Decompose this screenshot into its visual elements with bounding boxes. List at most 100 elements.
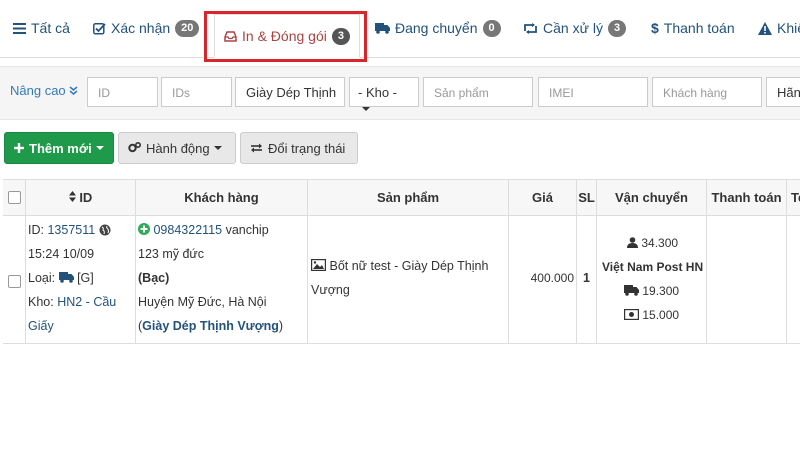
warehouse-link-cont[interactable]: Giấy: [28, 319, 54, 333]
truck-icon: [58, 271, 77, 285]
tab-label: Thanh toán: [663, 20, 735, 36]
tab-payment[interactable]: $ Thanh toán: [651, 0, 735, 56]
orders-table: ID Khách hàng Sản phẩm Giá SL Vận chuyển…: [3, 179, 800, 344]
tab-label: Cần xử lý: [543, 20, 603, 36]
type-label: Loại:: [28, 271, 56, 285]
col-id-header[interactable]: ID: [25, 180, 135, 215]
add-new-button[interactable]: Thêm mới: [4, 132, 114, 164]
price-cell: 400.000: [508, 216, 576, 343]
truck-icon: [624, 284, 642, 298]
customer-tier: (Bạc): [138, 271, 170, 285]
tab-label: Tất cả: [31, 20, 70, 36]
shop-link[interactable]: Giày Dép Thịnh Vượng: [142, 319, 279, 333]
tab-label: Đang chuyển: [395, 20, 478, 36]
tab-needs-action[interactable]: Cần xử lý 3: [523, 0, 627, 56]
product-cell: Bốt nữ test - Giày Dép Thịnh Vượng: [307, 216, 508, 343]
ids-input[interactable]: IDs: [161, 77, 232, 107]
check-square-icon: [93, 22, 106, 35]
caret-down-icon: [213, 146, 222, 150]
table-row: ID: 1357511 15:24 10/09 Loại: [G] Kho: H…: [3, 216, 800, 343]
imei-input[interactable]: IMEI: [538, 77, 648, 107]
actions-button[interactable]: Hành động: [118, 132, 236, 164]
shipping-cod: 34.300: [641, 236, 679, 250]
qty-cell: 1: [576, 216, 596, 343]
id-label: ID:: [28, 223, 44, 237]
customer-name: vanchip: [225, 223, 269, 237]
customer-input[interactable]: Khách hàng: [652, 77, 762, 107]
shop-input[interactable]: Giày Dép Thịnh: [235, 77, 345, 107]
filter-bar: Nâng cao ID IDs Giày Dép Thịnh - Kho - S…: [0, 66, 800, 120]
order-time: 15:24 10/09: [28, 247, 95, 261]
table-header: ID Khách hàng Sản phẩm Giá SL Vận chuyển…: [3, 180, 800, 216]
carrier-select[interactable]: Hãn: [766, 77, 800, 107]
warehouse-label: Kho:: [28, 295, 54, 309]
col-id-label: ID: [79, 190, 93, 205]
type-value: [G]: [77, 271, 94, 285]
list-icon: [13, 22, 26, 34]
shipping-money: 15.000: [642, 308, 680, 322]
cogs-icon: [128, 141, 142, 156]
carrier-name: Việt Nam Post HN: [602, 260, 704, 274]
warning-icon: [758, 21, 772, 35]
add-new-label: Thêm mới: [29, 140, 92, 156]
col-customer-header: Khách hàng: [135, 180, 307, 215]
warehouse-select-value: - Kho -: [358, 85, 398, 100]
advanced-filter-toggle[interactable]: Nâng cao: [10, 83, 78, 98]
shipping-fee: 19.300: [642, 284, 680, 298]
count-badge: 3: [607, 19, 627, 37]
tab-label: Xác nhận: [111, 20, 171, 36]
row-select-cell: [3, 216, 25, 343]
extra-cell: [786, 216, 800, 343]
user-icon: [627, 236, 641, 250]
shipping-cell: 34.300 Việt Nam Post HN 19.300 15.000: [596, 216, 706, 343]
change-status-label: Đổi trạng thái: [268, 140, 346, 156]
highlight-box: [204, 11, 367, 62]
warehouse-select[interactable]: - Kho -: [349, 77, 419, 111]
tab-shipping[interactable]: Đang chuyển 0: [375, 0, 501, 56]
product-name-cont: Vượng: [311, 283, 350, 297]
select-all-cell: [3, 180, 25, 215]
col-qty-header: SL: [576, 180, 596, 215]
plus-icon: [14, 141, 24, 156]
warehouse-link[interactable]: HN2 - Cầu: [57, 295, 116, 309]
product-name: Bốt nữ test - Giày Dép Thịnh: [329, 259, 489, 273]
plus-circle-icon[interactable]: [138, 223, 153, 237]
customer-phone-link[interactable]: 0984322115: [153, 223, 222, 237]
product-input[interactable]: Sản phẩm: [423, 77, 533, 107]
dollar-icon: $: [651, 20, 659, 36]
col-extra-header: Te: [786, 180, 800, 215]
actions-label: Hành động: [146, 140, 210, 156]
order-id-link[interactable]: 1357511: [47, 223, 95, 237]
double-chevron-down-icon: [69, 83, 78, 98]
qty-value: 1: [583, 271, 590, 285]
globe-icon: [99, 223, 111, 237]
payment-cell: [706, 216, 786, 343]
id-input[interactable]: ID: [87, 77, 158, 107]
money-icon: [624, 308, 642, 322]
caret-down-icon: [95, 146, 104, 150]
row-checkbox[interactable]: [8, 275, 21, 288]
col-product-header: Sản phẩm: [307, 180, 508, 215]
tab-label: Khiế: [777, 20, 800, 36]
count-badge: 0: [482, 19, 501, 37]
change-status-button[interactable]: Đổi trạng thái: [240, 132, 358, 164]
paren-close: ): [278, 319, 284, 333]
exchange-icon: [250, 141, 263, 156]
tab-complaint[interactable]: Khiế: [758, 0, 800, 56]
image-icon: [311, 259, 329, 273]
sort-icon: [68, 190, 80, 205]
select-all-checkbox[interactable]: [7, 191, 21, 204]
price-value: 400.000: [530, 271, 574, 285]
customer-district: Huyện Mỹ Đức, Hà Nội: [138, 295, 267, 309]
retweet-icon: [523, 22, 538, 34]
col-shipping-header: Vận chuyển: [596, 180, 706, 215]
caret-down-icon: [362, 106, 370, 111]
count-badge: 20: [175, 19, 200, 37]
tab-all[interactable]: Tất cả: [13, 0, 70, 56]
col-payment-header: Thanh toán: [706, 180, 786, 215]
order-id-cell: ID: 1357511 15:24 10/09 Loại: [G] Kho: H…: [25, 216, 135, 343]
order-status-tabs: Tất cả Xác nhận 20 In & Đóng gói 3 Đang …: [0, 0, 800, 58]
tab-confirm[interactable]: Xác nhận 20: [93, 0, 200, 56]
advanced-label: Nâng cao: [10, 83, 66, 98]
customer-address: 123 mỹ đức: [138, 247, 205, 261]
